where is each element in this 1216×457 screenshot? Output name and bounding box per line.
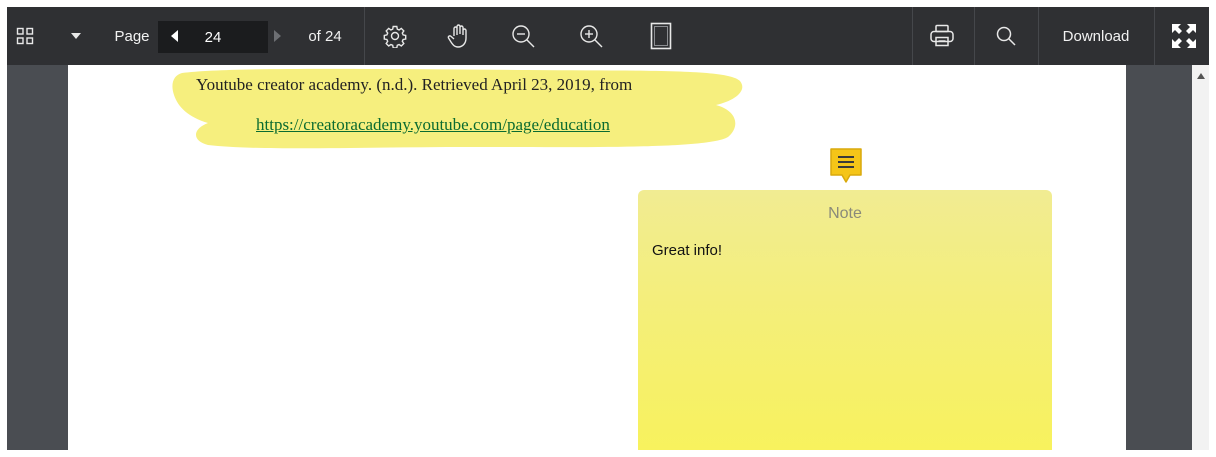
- reference-text: Youtube creator academy. (n.d.). Retriev…: [196, 75, 633, 94]
- next-page-icon[interactable]: [269, 7, 285, 65]
- settings-icon[interactable]: [378, 7, 412, 65]
- fullscreen-icon[interactable]: [1164, 7, 1204, 65]
- document-page: Youtube creator academy. (n.d.). Retriev…: [68, 65, 1126, 450]
- pdf-viewer: Page of 24: [6, 7, 1210, 450]
- page-count-label: of 24: [308, 27, 342, 45]
- print-icon[interactable]: [920, 7, 964, 65]
- fit-page-icon[interactable]: [646, 7, 676, 65]
- dropdown-arrow-icon[interactable]: [66, 7, 86, 65]
- search-icon[interactable]: [984, 7, 1028, 65]
- toolbar: Page of 24: [6, 7, 1210, 65]
- note-popup[interactable]: Note Great info!: [638, 190, 1052, 450]
- zoom-in-icon[interactable]: [574, 7, 608, 65]
- note-title: Note: [828, 205, 862, 222]
- pan-hand-icon[interactable]: [442, 7, 476, 65]
- scroll-up-arrow-icon[interactable]: [1197, 73, 1205, 79]
- note-text[interactable]: Great info!: [652, 242, 722, 259]
- thumbnails-icon[interactable]: [12, 7, 38, 65]
- vertical-scrollbar[interactable]: [1192, 65, 1210, 450]
- prev-page-icon[interactable]: [166, 7, 182, 65]
- page-label: Page: [114, 27, 150, 45]
- note-comment-icon[interactable]: [828, 147, 864, 187]
- download-button[interactable]: Download: [1046, 7, 1146, 65]
- reference-link[interactable]: https://creatoracademy.youtube.com/page/…: [256, 115, 610, 135]
- zoom-out-icon[interactable]: [506, 7, 540, 65]
